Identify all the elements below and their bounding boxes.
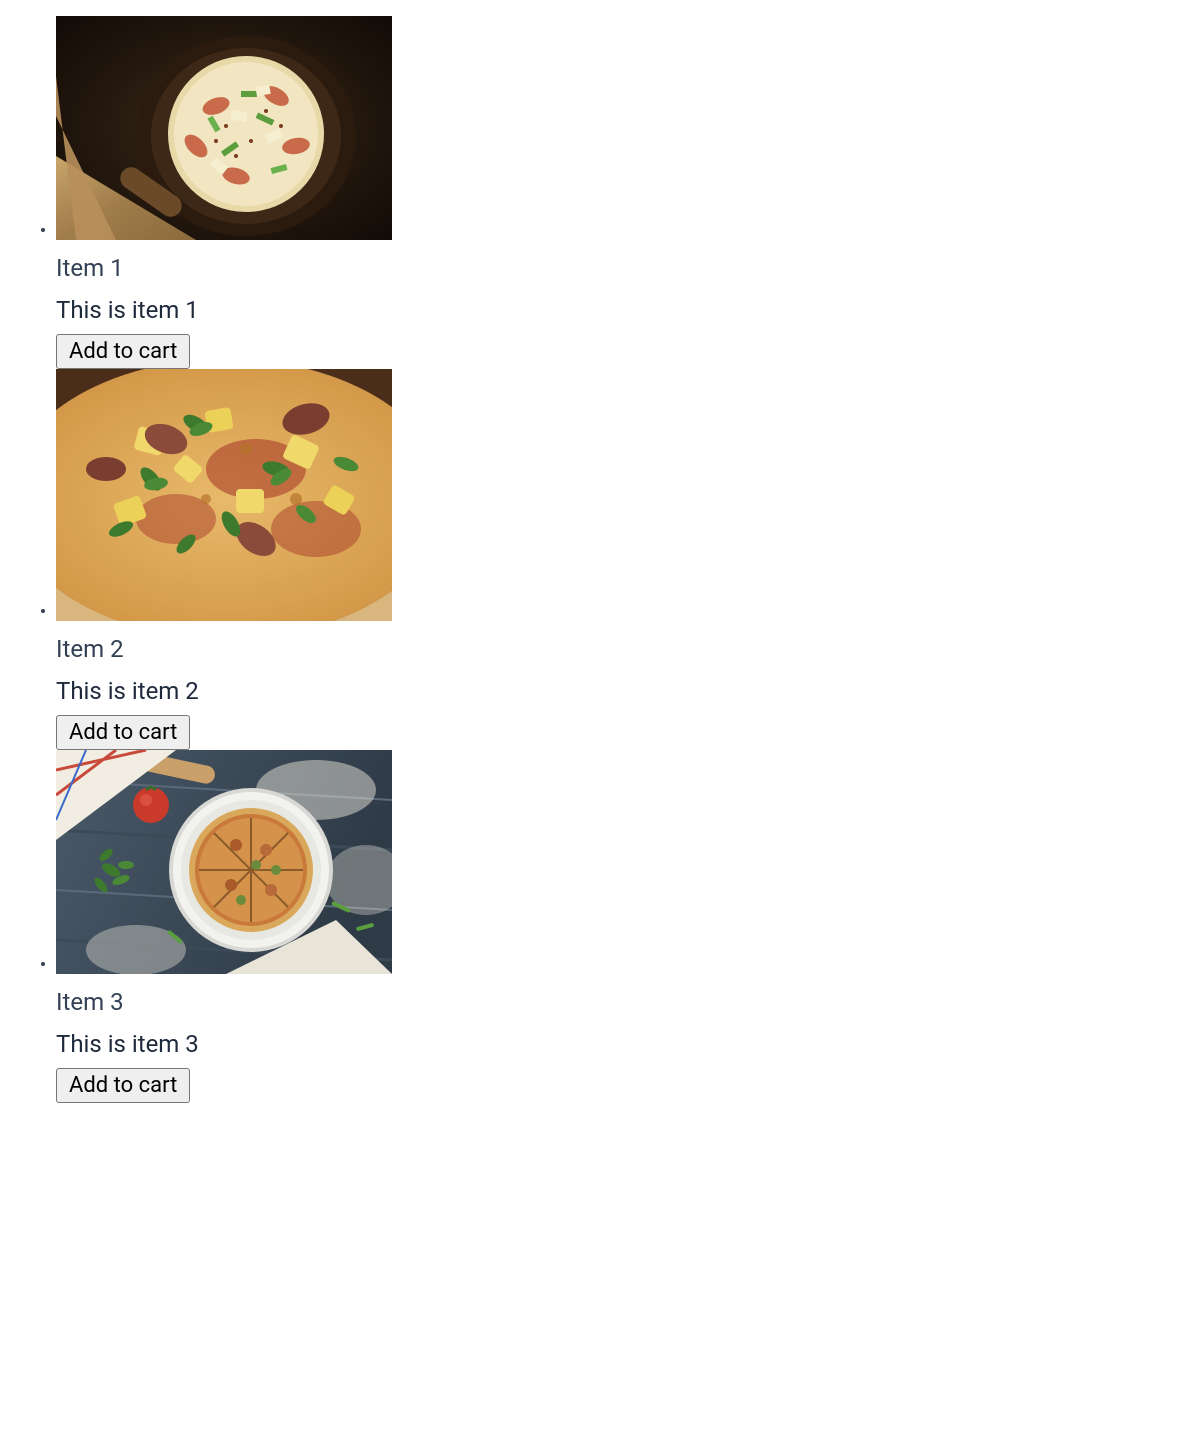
list-item: Item 1 This is item 1 Add to cart xyxy=(56,16,1176,369)
item-list: Item 1 This is item 1 Add to cart xyxy=(16,16,1176,1103)
item-image xyxy=(56,750,392,974)
item-image xyxy=(56,369,392,621)
item-image xyxy=(56,16,392,240)
item-description: This is item 2 xyxy=(56,677,1176,705)
list-item: Item 3 This is item 3 Add to cart xyxy=(56,750,1176,1103)
list-item: Item 2 This is item 2 Add to cart xyxy=(56,369,1176,750)
item-title: Item 2 xyxy=(56,635,1176,663)
item-title: Item 3 xyxy=(56,988,1176,1016)
add-to-cart-button[interactable]: Add to cart xyxy=(56,334,190,369)
add-to-cart-button[interactable]: Add to cart xyxy=(56,715,190,750)
item-description: This is item 1 xyxy=(56,296,1176,324)
add-to-cart-button[interactable]: Add to cart xyxy=(56,1068,190,1103)
item-title: Item 1 xyxy=(56,254,1176,282)
item-description: This is item 3 xyxy=(56,1030,1176,1058)
